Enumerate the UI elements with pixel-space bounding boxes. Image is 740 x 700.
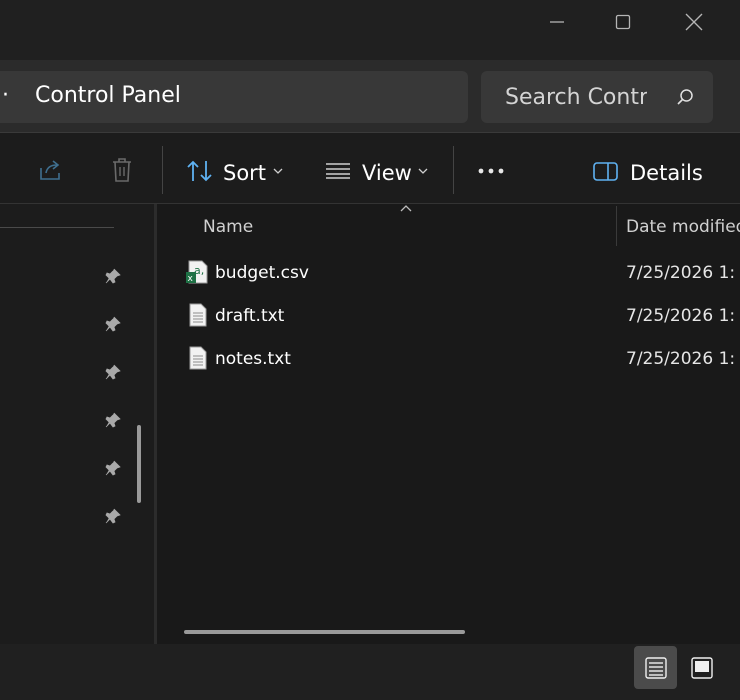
- close-icon: [685, 13, 703, 31]
- pin-icon[interactable]: [104, 459, 122, 477]
- column-divider[interactable]: [616, 206, 617, 246]
- address-bar[interactable]: · Control Panel: [0, 71, 468, 123]
- chevron-down-icon: [418, 168, 428, 174]
- file-date: 7/25/2026 1:: [626, 349, 736, 369]
- sort-icon: [187, 160, 212, 182]
- search-icon[interactable]: [676, 88, 694, 106]
- view-button[interactable]: View: [326, 149, 436, 189]
- pin-icon[interactable]: [104, 267, 122, 285]
- nav-scrollbar[interactable]: [137, 425, 141, 503]
- more-options-button[interactable]: [476, 158, 506, 178]
- status-bar: [0, 644, 740, 700]
- sort-label: Sort: [223, 161, 267, 185]
- address-row: · Control Panel Search Control Panel: [0, 60, 740, 133]
- maximize-icon: [615, 14, 631, 30]
- maximize-button[interactable]: [600, 0, 646, 44]
- file-row[interactable]: draft.txt 7/25/2026 1:: [157, 298, 740, 338]
- pin-icon[interactable]: [104, 411, 122, 429]
- chevron-down-icon: [273, 168, 283, 174]
- minimize-icon: [550, 21, 564, 23]
- details-label: Details: [630, 161, 703, 185]
- column-header-name[interactable]: Name: [203, 217, 253, 237]
- share-icon[interactable]: [38, 158, 64, 182]
- sort-ascending-icon: [400, 205, 412, 212]
- file-list: Name Date modified a, x budget.csv 7/25/…: [157, 204, 740, 644]
- column-header-date-modified[interactable]: Date modified: [626, 217, 740, 237]
- horizontal-scrollbar[interactable]: [184, 630, 465, 634]
- address-text: Control Panel: [35, 83, 181, 108]
- command-bar: Sort View Details: [0, 133, 740, 204]
- title-bar: [0, 0, 740, 60]
- view-label: View: [362, 161, 412, 185]
- text-file-icon: [189, 303, 207, 327]
- svg-text:x: x: [188, 274, 194, 284]
- view-icon: [326, 163, 350, 179]
- search-input[interactable]: Search Control Panel: [481, 71, 713, 123]
- file-date: 7/25/2026 1:: [626, 306, 736, 326]
- pin-icon[interactable]: [104, 507, 122, 525]
- file-name: draft.txt: [215, 306, 285, 326]
- large-icons-view-button[interactable]: [680, 646, 723, 689]
- file-name: notes.txt: [215, 349, 291, 369]
- details-view-icon: [644, 656, 667, 679]
- minimize-button[interactable]: [534, 0, 580, 44]
- file-name: budget.csv: [215, 263, 309, 283]
- large-icons-view-icon: [690, 656, 713, 679]
- text-file-icon: [189, 346, 207, 370]
- delete-icon[interactable]: [111, 157, 133, 183]
- toolbar-separator: [453, 146, 454, 194]
- details-view-button[interactable]: [634, 646, 677, 689]
- address-overflow-dot[interactable]: ·: [2, 83, 9, 108]
- navigation-pane: [0, 204, 154, 644]
- pin-icon[interactable]: [104, 315, 122, 333]
- more-icon: [478, 168, 504, 174]
- details-pane-icon: [593, 162, 618, 181]
- details-pane-button[interactable]: Details: [593, 149, 708, 189]
- file-row[interactable]: a, x budget.csv 7/25/2026 1:: [157, 255, 740, 295]
- file-date: 7/25/2026 1:: [626, 263, 736, 283]
- toolbar-separator: [162, 146, 163, 194]
- sort-button[interactable]: Sort: [186, 149, 296, 189]
- nav-divider: [0, 227, 114, 228]
- search-placeholder: Search Control Panel: [505, 85, 647, 110]
- pin-icon[interactable]: [104, 363, 122, 381]
- close-button[interactable]: [671, 0, 717, 44]
- file-row[interactable]: notes.txt 7/25/2026 1:: [157, 341, 740, 381]
- csv-file-icon: a, x: [186, 260, 208, 284]
